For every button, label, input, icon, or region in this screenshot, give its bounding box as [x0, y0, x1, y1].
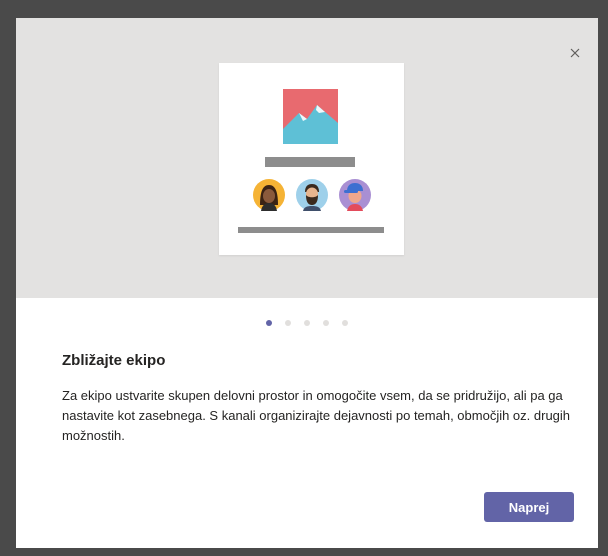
placeholder-title-bar	[265, 157, 355, 167]
avatar-bearded-man-icon	[296, 179, 328, 211]
hero-illustration-area	[16, 18, 598, 298]
page-dot-3[interactable]	[304, 320, 310, 326]
dialog-title: Zbližajte ekipo	[62, 352, 166, 369]
avatar-cap-person-icon	[339, 179, 371, 211]
page-indicator	[16, 320, 598, 326]
avatar-woman-icon	[253, 179, 285, 211]
illustration-card	[219, 63, 404, 255]
dialog-description: Za ekipo ustvarite skupen delovni prosto…	[62, 388, 571, 443]
page-dot-2[interactable]	[285, 320, 291, 326]
close-icon[interactable]	[566, 44, 584, 62]
page-dot-1[interactable]	[266, 320, 272, 326]
placeholder-footer-bar	[238, 227, 384, 233]
page-dot-5[interactable]	[342, 320, 348, 326]
onboarding-dialog: Zbližajte ekipo Za ekipo ustvarite skupe…	[16, 18, 598, 548]
next-button[interactable]: Naprej	[484, 492, 574, 522]
mountain-picture-icon	[283, 89, 338, 144]
page-dot-4[interactable]	[323, 320, 329, 326]
